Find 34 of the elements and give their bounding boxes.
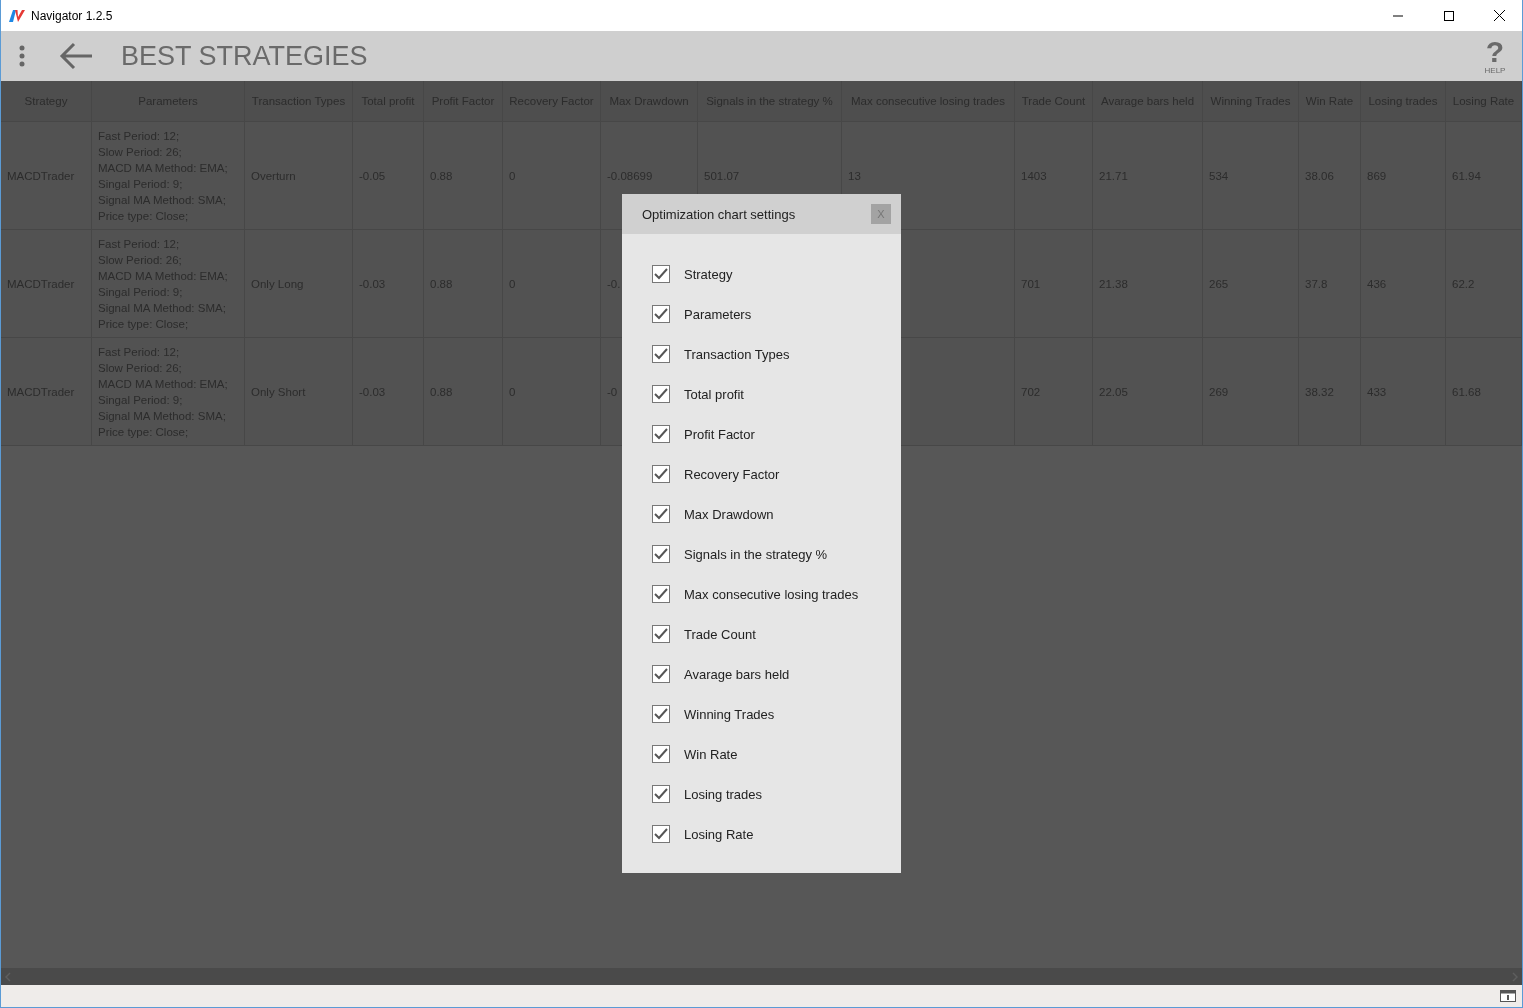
checkbox[interactable] (652, 585, 670, 603)
checkbox-label: Signals in the strategy % (684, 546, 828, 562)
checkbox[interactable] (652, 265, 670, 283)
checkbox-label: Losing Rate (684, 826, 754, 842)
checkbox[interactable] (652, 305, 670, 323)
checkbox[interactable] (652, 345, 670, 363)
checkbox-label: Trade Count (684, 626, 756, 642)
checkbox[interactable] (652, 425, 670, 443)
checkbox[interactable] (652, 745, 670, 763)
window-title: Navigator 1.2.5 (31, 8, 114, 23)
checkbox[interactable] (652, 785, 670, 803)
checkbox-label: Winning Trades (684, 706, 775, 722)
checkbox-label: Max consecutive losing trades (684, 586, 859, 602)
checkbox[interactable] (652, 705, 670, 723)
checkbox[interactable] (652, 385, 670, 403)
checkbox-label: Win Rate (684, 746, 738, 762)
checkbox-label: Avarage bars held (684, 666, 790, 682)
checkbox-label: Max Drawdown (684, 506, 774, 522)
checkbox[interactable] (652, 665, 670, 683)
checkbox-label: Losing trades (684, 786, 763, 802)
menu-icon[interactable] (19, 45, 25, 67)
checkbox[interactable] (652, 825, 670, 843)
checkbox[interactable] (652, 545, 670, 563)
checkbox[interactable] (652, 505, 670, 523)
window-info-icon[interactable] (1500, 990, 1516, 1002)
page-title: BEST STRATEGIES (121, 40, 369, 72)
checkbox[interactable] (652, 465, 670, 483)
checkbox[interactable] (652, 625, 670, 643)
back-arrow-icon[interactable] (59, 42, 93, 70)
checkbox-label: Recovery Factor (684, 466, 780, 482)
help-button[interactable]: ? HELP (1482, 37, 1508, 75)
app-logo-icon (9, 9, 25, 22)
maximize-icon (1443, 10, 1454, 21)
close-icon (1494, 10, 1505, 21)
